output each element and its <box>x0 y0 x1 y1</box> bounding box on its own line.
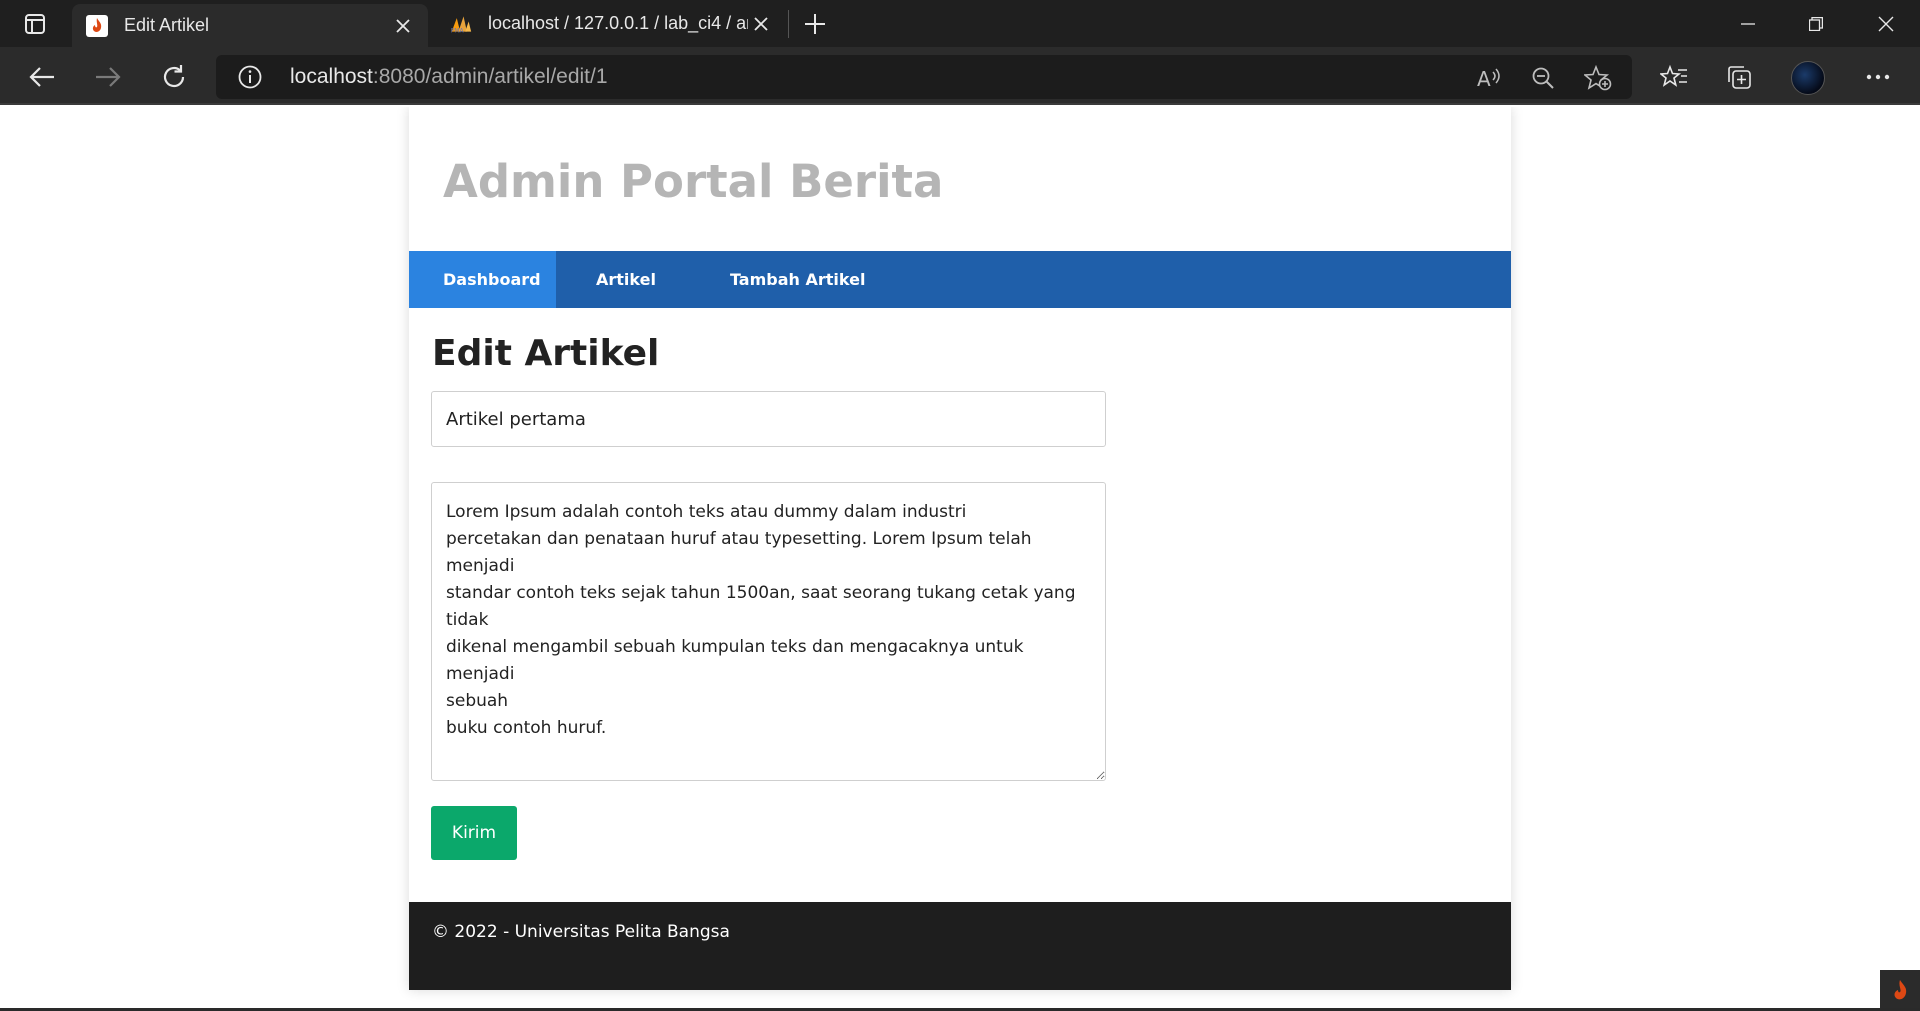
site-info-icon[interactable] <box>238 65 262 89</box>
tab-separator <box>788 10 789 38</box>
profile-avatar[interactable] <box>1791 61 1825 95</box>
favorites-icon[interactable] <box>1654 57 1694 97</box>
browser-toolbar: localhost:8080/admin/artikel/edit/1 A <box>0 47 1920 105</box>
tab-close-icon[interactable] <box>390 13 416 39</box>
new-tab-icon[interactable] <box>798 8 832 40</box>
footer-copyright: © 2022 - Universitas Pelita Bangsa <box>432 922 730 942</box>
collections-icon[interactable] <box>1720 57 1760 97</box>
tab-title: localhost / 127.0.0.1 / lab_ci4 / ar <box>488 13 748 33</box>
close-window-icon[interactable] <box>1852 0 1920 47</box>
site-title: Admin Portal Berita <box>443 155 944 208</box>
codeigniter-favicon-icon <box>86 14 108 37</box>
browser-tab-bar: Edit Artikel PMA localhost / 127.0.0.1 /… <box>0 0 1920 47</box>
judul-input[interactable] <box>431 391 1106 447</box>
restore-icon[interactable] <box>1782 0 1850 47</box>
minimize-icon[interactable] <box>1714 0 1782 47</box>
site-footer: © 2022 - Universitas Pelita Bangsa <box>409 902 1511 990</box>
url-text[interactable]: localhost:8080/admin/artikel/edit/1 <box>290 55 608 99</box>
tab-title: Edit Artikel <box>124 15 210 35</box>
address-bar[interactable]: localhost:8080/admin/artikel/edit/1 A <box>216 55 1632 99</box>
site-header: Admin Portal Berita <box>409 107 1511 251</box>
url-path: :8080/admin/artikel/edit/1 <box>372 65 608 88</box>
menu-item-artikel[interactable]: Artikel <box>556 251 696 308</box>
back-icon[interactable] <box>22 57 62 97</box>
url-host: localhost <box>290 65 373 88</box>
menu-item-tambah-artikel[interactable]: Tambah Artikel <box>696 251 899 308</box>
codeigniter-debug-toolbar-icon[interactable] <box>1880 970 1920 1011</box>
svg-text:PMA: PMA <box>451 28 464 34</box>
main-menu: Dashboard Artikel Tambah Artikel <box>409 251 1511 308</box>
tab-phpmyadmin[interactable]: PMA localhost / 127.0.0.1 / lab_ci4 / ar <box>436 0 786 47</box>
page-title: Edit Artikel <box>432 333 660 374</box>
tab-edit-artikel[interactable]: Edit Artikel <box>72 4 428 47</box>
page-container: Admin Portal Berita Dashboard Artikel Ta… <box>409 107 1511 990</box>
add-favorite-icon[interactable] <box>1583 63 1613 93</box>
reload-icon[interactable] <box>154 57 194 97</box>
svg-text:A: A <box>1477 67 1491 90</box>
page-viewport: Admin Portal Berita Dashboard Artikel Ta… <box>0 107 1920 1011</box>
tab-actions-icon[interactable] <box>14 10 56 38</box>
phpmyadmin-favicon-icon: PMA <box>450 13 472 35</box>
menu-item-dashboard[interactable]: Dashboard <box>409 251 556 308</box>
read-aloud-icon[interactable]: A <box>1474 63 1504 93</box>
kirim-button[interactable]: Kirim <box>431 806 517 860</box>
tab-close-icon[interactable] <box>748 11 774 37</box>
forward-icon[interactable] <box>88 57 128 97</box>
zoom-out-icon[interactable] <box>1528 63 1558 93</box>
more-menu-icon[interactable] <box>1858 57 1898 97</box>
isi-textarea[interactable]: Lorem Ipsum adalah contoh teks atau dumm… <box>431 482 1106 781</box>
